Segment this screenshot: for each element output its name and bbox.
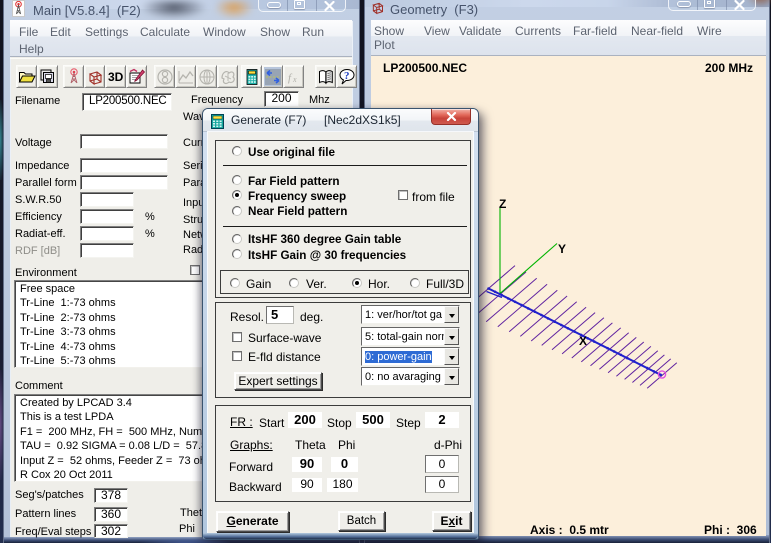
svg-text:Y: Y — [558, 242, 566, 256]
svg-text:X: X — [579, 334, 587, 348]
svg-text:Z: Z — [499, 197, 506, 211]
